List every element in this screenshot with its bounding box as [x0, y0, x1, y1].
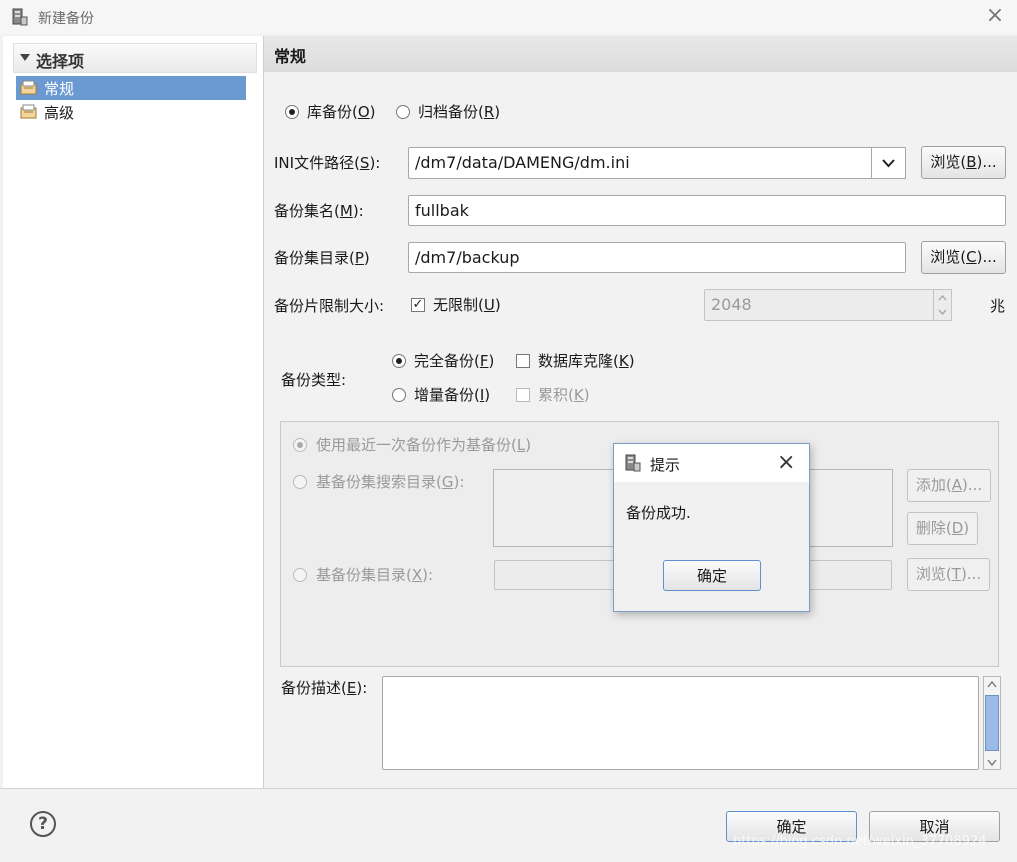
watermark: https://blog.csdn.net/weixin_37708924 — [733, 834, 987, 849]
settings-page-icon — [20, 80, 37, 95]
set-dir-browse-button[interactable]: 浏览(C)... — [921, 241, 1006, 274]
title-bar: 新建备份 × — [0, 0, 1017, 34]
use-latest-base-radio[interactable] — [293, 438, 307, 452]
dialog-close-button[interactable]: × — [777, 450, 795, 475]
dialog-title: 提示 — [650, 456, 681, 474]
database-server-icon — [12, 8, 28, 26]
db-backup-label: 库备份(O) — [307, 103, 376, 121]
cumulative-checkbox[interactable] — [516, 388, 530, 402]
db-backup-radio[interactable] — [285, 105, 299, 119]
window-title: 新建备份 — [38, 11, 94, 27]
description-scrollbar[interactable] — [983, 676, 1001, 770]
piece-size-spin-buttons[interactable] — [933, 289, 952, 321]
collapse-arrow-icon — [20, 54, 30, 61]
size-unit-label: 兆 — [990, 297, 1006, 315]
base-set-dir-label: 基备份集目录(X): — [316, 566, 434, 584]
sidebar: 选择项 常规 高级 — [3, 36, 264, 788]
unlimited-checkbox[interactable]: ✓ — [411, 298, 425, 312]
description-label: 备份描述(E): — [281, 679, 368, 697]
backup-type-label: 备份类型: — [281, 371, 347, 389]
set-dir-input[interactable]: /dm7/backup — [408, 242, 906, 273]
scroll-down-icon — [987, 759, 997, 766]
dialog-ok-button[interactable]: 确定 — [663, 560, 761, 591]
description-textarea[interactable] — [382, 676, 979, 770]
piece-size-spinner[interactable]: 2048 — [704, 289, 934, 321]
full-backup-label: 完全备份(F) — [414, 352, 495, 370]
sidebar-item-label: 常规 — [44, 80, 75, 98]
sidebar-header-label: 选择项 — [36, 52, 85, 71]
set-name-label: 备份集名(M): — [274, 202, 364, 220]
unlimited-label: 无限制(U) — [433, 296, 501, 314]
incremental-backup-radio[interactable] — [392, 388, 406, 402]
archive-backup-radio[interactable] — [396, 105, 410, 119]
dialog-title-bar: 提示 × — [614, 444, 809, 482]
spin-down-icon — [938, 309, 947, 315]
ini-path-dropdown-button[interactable] — [871, 147, 906, 179]
sidebar-item-label: 高级 — [44, 104, 75, 122]
message-dialog: 提示 × 备份成功. 确定 — [613, 443, 810, 612]
base-search-dir-label: 基备份集搜索目录(G): — [316, 473, 465, 491]
set-dir-label: 备份集目录(P) — [274, 249, 370, 267]
base-search-dir-radio[interactable] — [293, 475, 307, 489]
sidebar-item-advanced[interactable]: 高级 — [16, 100, 246, 124]
sidebar-item-general[interactable]: 常规 — [16, 76, 246, 100]
base-set-dir-browse-button[interactable]: 浏览(T)... — [907, 558, 990, 591]
window-close-button[interactable]: × — [984, 4, 1006, 28]
base-set-dir-radio[interactable] — [293, 568, 307, 582]
set-name-input[interactable]: fullbak — [408, 195, 1006, 226]
full-backup-radio[interactable] — [392, 354, 406, 368]
add-dir-button[interactable]: 添加(A)... — [907, 469, 991, 502]
scrollbar-thumb[interactable] — [985, 695, 999, 751]
chevron-down-icon — [882, 159, 895, 168]
ini-path-browse-button[interactable]: 浏览(B)... — [921, 146, 1006, 179]
section-title: 常规 — [274, 47, 307, 66]
cumulative-label: 累积(K) — [538, 386, 590, 404]
archive-backup-label: 归档备份(R) — [418, 103, 501, 121]
settings-page-icon — [20, 104, 37, 119]
database-server-icon — [625, 454, 641, 472]
delete-dir-button[interactable]: 删除(D) — [907, 512, 978, 545]
footer-bar — [0, 788, 1017, 862]
sidebar-header[interactable]: 选择项 — [13, 43, 257, 73]
ini-path-label: INI文件路径(S): — [274, 154, 381, 172]
piece-limit-label: 备份片限制大小: — [274, 297, 385, 315]
use-latest-base-label: 使用最近一次备份作为基备份(L) — [316, 436, 532, 454]
db-clone-checkbox[interactable] — [516, 354, 530, 368]
section-header: 常规 — [264, 36, 1017, 72]
ini-path-combobox[interactable]: /dm7/data/DAMENG/dm.ini — [408, 147, 872, 179]
scroll-up-icon — [987, 681, 997, 688]
dialog-message: 备份成功. — [626, 504, 691, 522]
incremental-backup-label: 增量备份(I) — [414, 386, 491, 404]
spin-up-icon — [938, 295, 947, 301]
db-clone-label: 数据库克隆(K) — [538, 352, 635, 370]
help-icon[interactable]: ? — [30, 811, 56, 837]
dialog-body: 备份成功. 确定 — [614, 482, 809, 611]
